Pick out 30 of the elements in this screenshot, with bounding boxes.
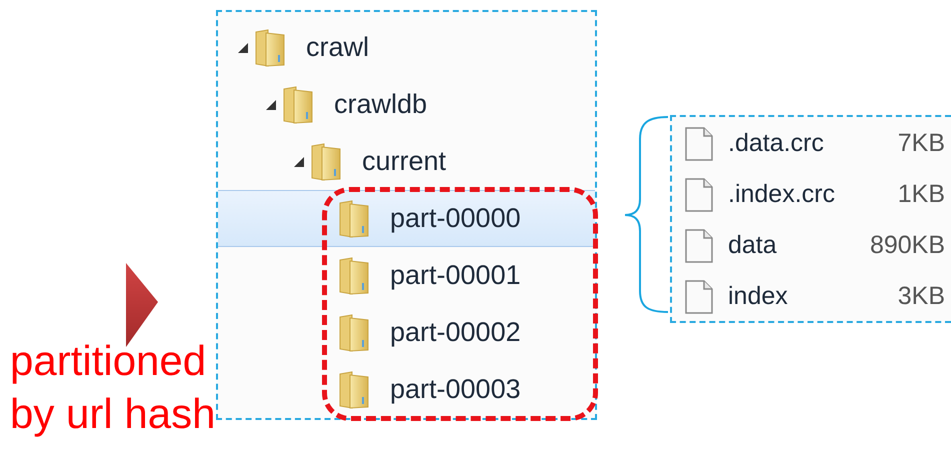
tree-item[interactable]: crawldb	[218, 76, 595, 133]
file-icon	[684, 278, 714, 314]
file-name[interactable]: .index.crc	[728, 180, 835, 209]
file-icon	[684, 176, 714, 212]
file-name[interactable]: data	[728, 231, 777, 260]
folder-icon	[254, 28, 286, 66]
tree-item[interactable]: part-00002	[218, 304, 595, 361]
file-icon	[684, 228, 714, 264]
folder-icon	[338, 200, 370, 238]
tree-item[interactable]: part-00001	[218, 247, 595, 304]
file-size: 1KB	[898, 180, 945, 209]
collapse-arrow-icon[interactable]	[264, 98, 278, 112]
file-size: 3KB	[898, 282, 945, 311]
collapse-arrow-icon[interactable]	[236, 40, 250, 54]
file-icon	[684, 126, 714, 162]
caption: partitioned by url hash	[10, 336, 216, 439]
folder-icon	[338, 370, 370, 408]
folder-icon	[338, 314, 370, 352]
tree-item[interactable]: part-00003	[218, 361, 595, 418]
file-size: 890KB	[870, 231, 945, 260]
file-name[interactable]: index	[728, 282, 788, 311]
collapse-arrow-icon[interactable]	[292, 154, 306, 168]
tree-item[interactable]: crawl	[218, 19, 595, 76]
folder-icon	[282, 86, 314, 124]
tree-item[interactable]: part-00000	[218, 190, 595, 247]
folder-icon	[310, 142, 342, 180]
tree-item[interactable]: current	[218, 133, 595, 190]
file-name[interactable]: .data.crc	[728, 129, 824, 158]
folder-icon	[338, 256, 370, 294]
file-size: 7KB	[898, 129, 945, 158]
